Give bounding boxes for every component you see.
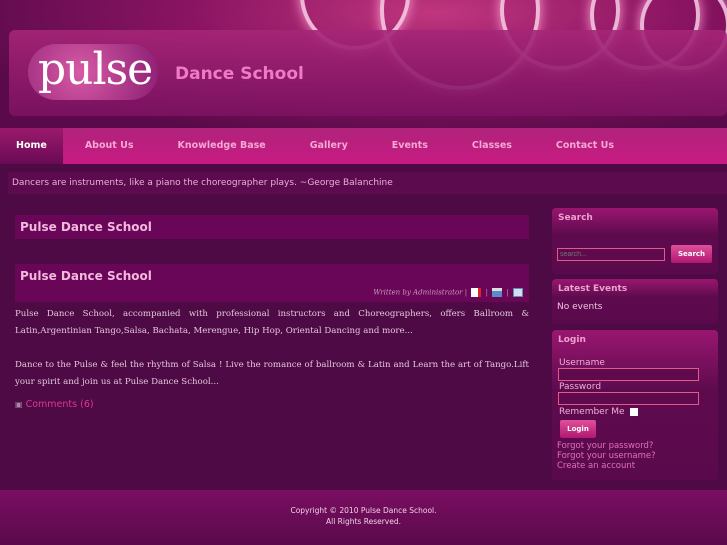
comments-link[interactable]: Comments (6) [26, 399, 94, 410]
forgot-username-link[interactable]: Forgot your username? [557, 451, 718, 461]
nav-contact-us[interactable]: Contact Us [534, 128, 636, 164]
login-button[interactable]: Login [560, 420, 596, 438]
password-input[interactable] [558, 392, 699, 405]
separator: | [485, 288, 488, 297]
article-title[interactable]: Pulse Dance School [15, 264, 529, 288]
separator: | [464, 288, 468, 297]
nav-knowledge-base[interactable]: Knowledge Base [156, 128, 288, 164]
search-button[interactable]: Search [671, 245, 712, 263]
password-label: Password [559, 382, 602, 392]
separator: | [506, 288, 509, 297]
print-icon[interactable] [492, 288, 503, 297]
login-module: Login Username Password Remember Me Logi… [552, 330, 718, 480]
article-paragraph: Dance to the Pulse & feel the rhythm of … [15, 360, 529, 387]
search-module: Search Search [552, 208, 718, 274]
email-icon[interactable] [513, 288, 523, 297]
page-title: Pulse Dance School [15, 215, 529, 239]
nav-home[interactable]: Home [0, 128, 63, 164]
author: Written by Administrator [373, 288, 463, 297]
no-events-text: No events [557, 302, 603, 312]
username-input[interactable] [558, 368, 699, 381]
footer: Copyright © 2010 Pulse Dance School. All… [0, 490, 727, 545]
site-logo[interactable]: pulse [28, 44, 158, 100]
site-name: Dance School [175, 64, 304, 84]
main-content: Pulse Dance School Pulse Dance School Wr… [15, 215, 529, 410]
comment-icon: ▣ [15, 400, 23, 409]
search-input[interactable] [557, 247, 665, 261]
module-title: Latest Events [558, 284, 628, 294]
article-meta: Written by Administrator | | | [15, 288, 529, 302]
create-account-link[interactable]: Create an account [557, 461, 718, 471]
nav-events[interactable]: Events [370, 128, 450, 164]
module-title: Login [558, 335, 586, 345]
article-paragraph: Pulse Dance School, accompanied with pro… [15, 309, 529, 336]
nav-classes[interactable]: Classes [450, 128, 534, 164]
username-label: Username [559, 358, 605, 368]
rights: All Rights Reserved. [325, 517, 401, 526]
forgot-password-link[interactable]: Forgot your password? [557, 441, 718, 451]
copyright: Copyright © 2010 Pulse Dance School. [290, 506, 437, 515]
remember-me-label: Remember Me [559, 407, 625, 417]
pdf-icon[interactable] [471, 288, 482, 297]
remember-me-checkbox[interactable] [629, 408, 638, 416]
module-title: Search [558, 213, 593, 223]
quote: Dancers are instruments, like a piano th… [8, 172, 727, 194]
latest-events-module: Latest Events No events [552, 279, 718, 324]
nav-about-us[interactable]: About Us [63, 128, 156, 164]
main-nav: Home About Us Knowledge Base Gallery Eve… [0, 128, 727, 164]
nav-gallery[interactable]: Gallery [288, 128, 370, 164]
